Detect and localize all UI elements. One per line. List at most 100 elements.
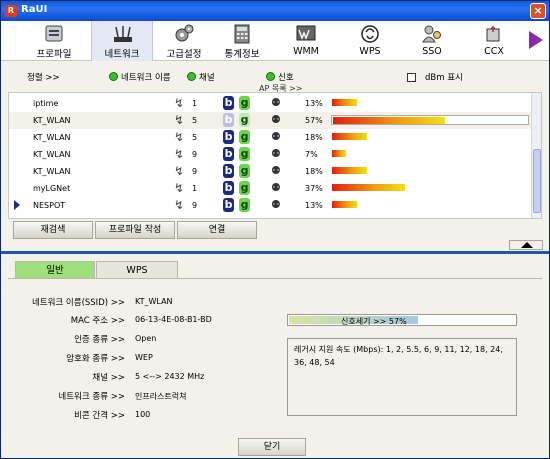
mode-g-icon: g <box>239 130 250 144</box>
toolbar: 프로파일 네트워크 고급설정 통계정보 WMM WPS SSO CCX <box>1 21 549 61</box>
ap-channel: 9 <box>192 201 198 210</box>
ap-signal-percent: 37% <box>305 184 323 193</box>
toolbar-wps[interactable]: WPS <box>339 21 401 61</box>
toolbar-ccx-label: CCX <box>484 46 504 57</box>
toolbar-wmm[interactable]: WMM <box>275 21 337 61</box>
ap-signal-bar <box>331 132 529 142</box>
ssid-value: KT_WLAN <box>135 297 173 306</box>
ap-ssid: KT_WLAN <box>33 167 71 176</box>
ap-row[interactable]: iptime ↯ 1 b g ⚉ 13% <box>9 95 531 112</box>
ap-ssid: KT_WLAN <box>33 116 71 125</box>
supported-rates-box: 레거시 지원 속도 (Mbps): 1, 2, 5.5, 6, 9, 11, 1… <box>287 338 517 416</box>
mode-b-icon: b <box>223 130 234 144</box>
next-arrow-icon[interactable] <box>529 31 543 49</box>
profile-icon <box>45 25 63 42</box>
ap-ssid: NESPOT <box>33 201 66 210</box>
ssid-label: 네트워크 이름(SSID) >> <box>31 298 125 308</box>
mode-g-icon: g <box>239 198 250 212</box>
toolbar-profile[interactable]: 프로파일 <box>23 21 85 61</box>
mode-g-icon: g <box>239 147 250 161</box>
ap-list-scrollbar[interactable] <box>531 93 541 218</box>
mode-g-icon: g <box>239 181 250 195</box>
dbm-checkbox[interactable] <box>407 73 416 82</box>
ap-signal-bar <box>331 98 529 108</box>
ap-signal-bar <box>331 183 529 193</box>
toolbar-wps-label: WPS <box>359 46 381 57</box>
security-key-icon: ⚉ <box>271 198 281 211</box>
ap-ssid: iptime <box>33 99 59 108</box>
toolbar-ccx[interactable]: CCX <box>463 21 525 61</box>
sso-icon <box>422 25 441 43</box>
close-window-button[interactable]: × <box>530 3 546 19</box>
led-icon <box>266 72 275 81</box>
toolbar-network[interactable]: 네트워크 <box>91 21 153 61</box>
ap-channel: 5 <box>192 116 198 125</box>
ap-ssid: KT_WLAN <box>33 133 71 142</box>
dbm-label: dBm 표시 <box>425 73 463 83</box>
mode-b-icon: b <box>223 147 234 161</box>
sort-channel-label: 채널 <box>199 73 215 83</box>
network-type-value: 인프라스트럭쳐 <box>135 392 187 401</box>
scrollbar-thumb[interactable] <box>533 149 541 213</box>
toolbar-advanced[interactable]: 고급설정 <box>153 21 215 61</box>
ap-ssid: KT_WLAN <box>33 150 71 159</box>
channel-value: 5 <--> 2432 MHz <box>135 372 205 381</box>
current-network-icon <box>14 200 20 210</box>
ccx-icon <box>486 26 500 42</box>
ap-signal-fill <box>332 150 346 157</box>
mode-g-icon: g <box>239 164 250 178</box>
statistics-icon <box>234 24 250 44</box>
connect-button[interactable]: 연결 <box>177 221 257 239</box>
beacon-label: 비콘 간격 >> <box>74 411 125 421</box>
ap-signal-fill <box>332 99 357 106</box>
beacon-value: 100 <box>135 410 151 419</box>
sort-by-channel[interactable]: 채널 <box>187 71 215 83</box>
ap-channel: 9 <box>192 167 198 176</box>
sort-by-signal[interactable]: 신호 <box>266 71 294 83</box>
ap-signal-fill <box>333 117 445 124</box>
wmm-icon <box>296 25 316 41</box>
ap-channel: 1 <box>192 99 198 108</box>
ap-row[interactable]: KT_WLAN ↯ 9 b g ⚉ 7% <box>9 146 531 163</box>
auth-label: 인증 종류 >> <box>74 335 125 345</box>
security-key-icon: ⚉ <box>271 164 281 177</box>
ap-row[interactable]: KT_WLAN ↯ 5 b g ⚉ 18% <box>9 129 531 146</box>
ap-row[interactable]: KT_WLAN ↯ 5 b g ⚉ 57% <box>9 112 531 129</box>
mode-g-icon: g <box>239 113 250 127</box>
auth-value: Open <box>135 334 157 343</box>
network-icon <box>114 26 132 42</box>
collapse-button[interactable] <box>509 240 543 250</box>
title-bar[interactable]: R RaUI × <box>1 1 549 21</box>
ap-row[interactable]: myLGNet ↯ 1 b g ⚉ 37% <box>9 180 531 197</box>
rescan-button[interactable]: 재검색 <box>13 221 93 239</box>
ap-row[interactable]: KT_WLAN ↯ 9 b g ⚉ 18% <box>9 163 531 180</box>
ap-signal-bar <box>331 166 529 176</box>
network-type-label: 네트워크 종류 >> <box>58 392 125 402</box>
ap-signal-percent: 13% <box>305 201 323 210</box>
mode-g-icon: g <box>239 96 250 110</box>
toolbar-wmm-label: WMM <box>293 46 319 57</box>
ap-signal-percent: 18% <box>305 167 323 176</box>
security-key-icon: ⚉ <box>271 96 281 109</box>
wps-icon <box>361 25 379 43</box>
wireless-icon: ↯ <box>174 113 185 127</box>
toolbar-network-label: 네트워크 <box>104 49 140 60</box>
encryption-label: 암호화 종류 >> <box>66 354 125 364</box>
ap-signal-percent: 18% <box>305 133 323 142</box>
sort-by-name[interactable]: 네트워크 이름 <box>109 71 171 83</box>
toolbar-profile-label: 프로파일 <box>36 49 72 60</box>
toolbar-sso[interactable]: SSO <box>401 21 463 61</box>
wireless-icon: ↯ <box>174 147 185 161</box>
tab-wps[interactable]: WPS <box>96 261 178 279</box>
ap-signal-bar <box>331 149 529 159</box>
ap-signal-fill <box>332 133 367 140</box>
tab-general[interactable]: 일반 <box>15 261 95 279</box>
wireless-icon: ↯ <box>174 198 185 212</box>
main-window: R RaUI × 프로파일 네트워크 고급설정 통계정보 WMM WPS SSO… <box>0 0 550 459</box>
create-profile-button[interactable]: 프로파일 작성 <box>95 221 175 239</box>
toolbar-statistics[interactable]: 통계정보 <box>211 21 273 61</box>
sort-signal-label: 신호 <box>278 73 294 83</box>
ap-signal-fill <box>332 201 357 208</box>
ap-row[interactable]: NESPOT ↯ 9 b g ⚉ 13% <box>9 197 531 214</box>
close-button[interactable]: 닫기 <box>238 438 306 456</box>
